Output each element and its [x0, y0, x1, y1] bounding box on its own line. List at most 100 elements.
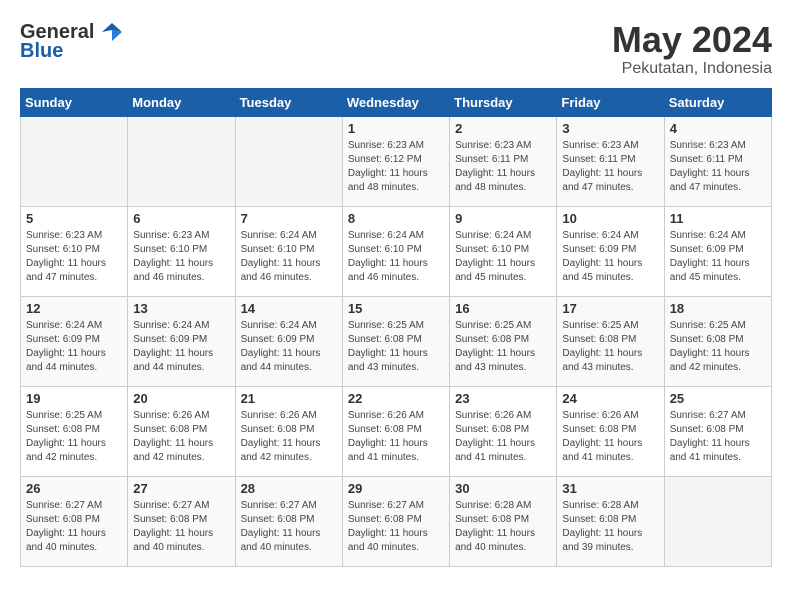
day-number: 21	[241, 391, 337, 406]
day-info: Sunrise: 6:27 AM Sunset: 6:08 PM Dayligh…	[670, 409, 766, 465]
header-sunday: Sunday	[21, 88, 128, 116]
day-number: 5	[26, 211, 122, 226]
calendar-cell	[235, 116, 342, 206]
day-number: 3	[562, 121, 658, 136]
calendar-cell: 24 Sunrise: 6:26 AM Sunset: 6:08 PM Dayli…	[557, 386, 664, 476]
calendar-cell: 19 Sunrise: 6:25 AM Sunset: 6:08 PM Dayli…	[21, 386, 128, 476]
calendar-cell	[664, 476, 771, 566]
header-friday: Friday	[557, 88, 664, 116]
day-number: 1	[348, 121, 444, 136]
week-row-4: 19 Sunrise: 6:25 AM Sunset: 6:08 PM Dayli…	[21, 386, 772, 476]
calendar-cell: 6Sunrise: 6:23 AM Sunset: 6:10 PM Daylig…	[128, 206, 235, 296]
day-info: Sunrise: 6:23 AM Sunset: 6:10 PM Dayligh…	[26, 229, 122, 285]
calendar-cell: 29 Sunrise: 6:27 AM Sunset: 6:08 PM Dayli…	[342, 476, 449, 566]
day-info: Sunrise: 6:27 AM Sunset: 6:08 PM Dayligh…	[241, 499, 337, 555]
week-row-3: 12 Sunrise: 6:24 AM Sunset: 6:09 PM Dayli…	[21, 296, 772, 386]
calendar-cell: 3 Sunrise: 6:23 AM Sunset: 6:11 PM Daylig…	[557, 116, 664, 206]
week-row-5: 26 Sunrise: 6:27 AM Sunset: 6:08 PM Dayli…	[21, 476, 772, 566]
day-number: 13	[133, 301, 229, 316]
day-number: 23	[455, 391, 551, 406]
header-tuesday: Tuesday	[235, 88, 342, 116]
calendar-cell: 5 Sunrise: 6:23 AM Sunset: 6:10 PM Daylig…	[21, 206, 128, 296]
day-number: 16	[455, 301, 551, 316]
day-number: 28	[241, 481, 337, 496]
calendar-cell: 2 Sunrise: 6:23 AM Sunset: 6:11 PM Daylig…	[450, 116, 557, 206]
day-info: Sunrise: 6:26 AM Sunset: 6:08 PM Dayligh…	[133, 409, 229, 465]
day-info: Sunrise: 6:24 AM Sunset: 6:10 PM Dayligh…	[241, 229, 337, 285]
calendar-cell: 26 Sunrise: 6:27 AM Sunset: 6:08 PM Dayli…	[21, 476, 128, 566]
day-number: 20	[133, 391, 229, 406]
day-number: 7	[241, 211, 337, 226]
logo: General Blue	[20, 20, 124, 63]
calendar-cell: 27 Sunrise: 6:27 AM Sunset: 6:08 PM Dayli…	[128, 476, 235, 566]
day-number: 25	[670, 391, 766, 406]
calendar-cell: 18Sunrise: 6:25 AM Sunset: 6:08 PM Dayli…	[664, 296, 771, 386]
calendar-cell: 9Sunrise: 6:24 AM Sunset: 6:10 PM Daylig…	[450, 206, 557, 296]
day-number: 31	[562, 481, 658, 496]
day-info: Sunrise: 6:23 AM Sunset: 6:11 PM Dayligh…	[562, 139, 658, 195]
day-number: 19	[26, 391, 122, 406]
header-wednesday: Wednesday	[342, 88, 449, 116]
calendar-cell: 12 Sunrise: 6:24 AM Sunset: 6:09 PM Dayli…	[21, 296, 128, 386]
day-info: Sunrise: 6:27 AM Sunset: 6:08 PM Dayligh…	[348, 499, 444, 555]
logo-icon	[100, 20, 124, 44]
weekday-row: Sunday Monday Tuesday Wednesday Thursday…	[21, 88, 772, 116]
day-info: Sunrise: 6:23 AM Sunset: 6:10 PM Dayligh…	[133, 229, 229, 285]
calendar-cell: 11 Sunrise: 6:24 AM Sunset: 6:09 PM Dayli…	[664, 206, 771, 296]
day-info: Sunrise: 6:25 AM Sunset: 6:08 PM Dayligh…	[562, 319, 658, 375]
day-info: Sunrise: 6:27 AM Sunset: 6:08 PM Dayligh…	[133, 499, 229, 555]
day-info: Sunrise: 6:28 AM Sunset: 6:08 PM Dayligh…	[455, 499, 551, 555]
day-info: Sunrise: 6:26 AM Sunset: 6:08 PM Dayligh…	[348, 409, 444, 465]
calendar-cell	[128, 116, 235, 206]
day-number: 10	[562, 211, 658, 226]
day-number: 17	[562, 301, 658, 316]
calendar-cell: 21 Sunrise: 6:26 AM Sunset: 6:08 PM Dayli…	[235, 386, 342, 476]
header-saturday: Saturday	[664, 88, 771, 116]
day-info: Sunrise: 6:24 AM Sunset: 6:10 PM Dayligh…	[455, 229, 551, 285]
day-number: 22	[348, 391, 444, 406]
calendar-cell: 23Sunrise: 6:26 AM Sunset: 6:08 PM Dayli…	[450, 386, 557, 476]
day-number: 12	[26, 301, 122, 316]
day-info: Sunrise: 6:28 AM Sunset: 6:08 PM Dayligh…	[562, 499, 658, 555]
day-info: Sunrise: 6:24 AM Sunset: 6:09 PM Dayligh…	[241, 319, 337, 375]
calendar-cell: 25 Sunrise: 6:27 AM Sunset: 6:08 PM Dayli…	[664, 386, 771, 476]
week-row-1: 1Sunrise: 6:23 AM Sunset: 6:12 PM Daylig…	[21, 116, 772, 206]
day-info: Sunrise: 6:24 AM Sunset: 6:09 PM Dayligh…	[562, 229, 658, 285]
day-number: 29	[348, 481, 444, 496]
day-number: 24	[562, 391, 658, 406]
calendar-cell: 20 Sunrise: 6:26 AM Sunset: 6:08 PM Dayli…	[128, 386, 235, 476]
day-info: Sunrise: 6:26 AM Sunset: 6:08 PM Dayligh…	[241, 409, 337, 465]
day-info: Sunrise: 6:25 AM Sunset: 6:08 PM Dayligh…	[348, 319, 444, 375]
day-info: Sunrise: 6:26 AM Sunset: 6:08 PM Dayligh…	[562, 409, 658, 465]
day-info: Sunrise: 6:23 AM Sunset: 6:11 PM Dayligh…	[455, 139, 551, 195]
day-info: Sunrise: 6:23 AM Sunset: 6:11 PM Dayligh…	[670, 139, 766, 195]
month-title: May 2024	[612, 20, 772, 60]
calendar-cell: 13Sunrise: 6:24 AM Sunset: 6:09 PM Dayli…	[128, 296, 235, 386]
calendar-cell: 17 Sunrise: 6:25 AM Sunset: 6:08 PM Dayli…	[557, 296, 664, 386]
calendar-body: 1Sunrise: 6:23 AM Sunset: 6:12 PM Daylig…	[21, 116, 772, 566]
calendar-cell: 1Sunrise: 6:23 AM Sunset: 6:12 PM Daylig…	[342, 116, 449, 206]
calendar-cell: 8 Sunrise: 6:24 AM Sunset: 6:10 PM Daylig…	[342, 206, 449, 296]
day-number: 11	[670, 211, 766, 226]
calendar-cell: 15 Sunrise: 6:25 AM Sunset: 6:08 PM Dayli…	[342, 296, 449, 386]
calendar-table: Sunday Monday Tuesday Wednesday Thursday…	[20, 88, 772, 567]
day-number: 8	[348, 211, 444, 226]
day-info: Sunrise: 6:24 AM Sunset: 6:10 PM Dayligh…	[348, 229, 444, 285]
day-number: 18	[670, 301, 766, 316]
day-info: Sunrise: 6:27 AM Sunset: 6:08 PM Dayligh…	[26, 499, 122, 555]
page-header: General Blue May 2024 Pekutatan, Indones…	[20, 20, 772, 78]
calendar-cell: 28 Sunrise: 6:27 AM Sunset: 6:08 PM Dayli…	[235, 476, 342, 566]
header-thursday: Thursday	[450, 88, 557, 116]
day-info: Sunrise: 6:25 AM Sunset: 6:08 PM Dayligh…	[455, 319, 551, 375]
calendar-header: Sunday Monday Tuesday Wednesday Thursday…	[21, 88, 772, 116]
day-number: 26	[26, 481, 122, 496]
day-info: Sunrise: 6:24 AM Sunset: 6:09 PM Dayligh…	[26, 319, 122, 375]
location-title: Pekutatan, Indonesia	[612, 60, 772, 78]
day-number: 15	[348, 301, 444, 316]
day-number: 27	[133, 481, 229, 496]
day-info: Sunrise: 6:25 AM Sunset: 6:08 PM Dayligh…	[26, 409, 122, 465]
calendar-cell: 10 Sunrise: 6:24 AM Sunset: 6:09 PM Dayli…	[557, 206, 664, 296]
day-info: Sunrise: 6:24 AM Sunset: 6:09 PM Dayligh…	[670, 229, 766, 285]
calendar-cell: 22 Sunrise: 6:26 AM Sunset: 6:08 PM Dayli…	[342, 386, 449, 476]
day-number: 2	[455, 121, 551, 136]
